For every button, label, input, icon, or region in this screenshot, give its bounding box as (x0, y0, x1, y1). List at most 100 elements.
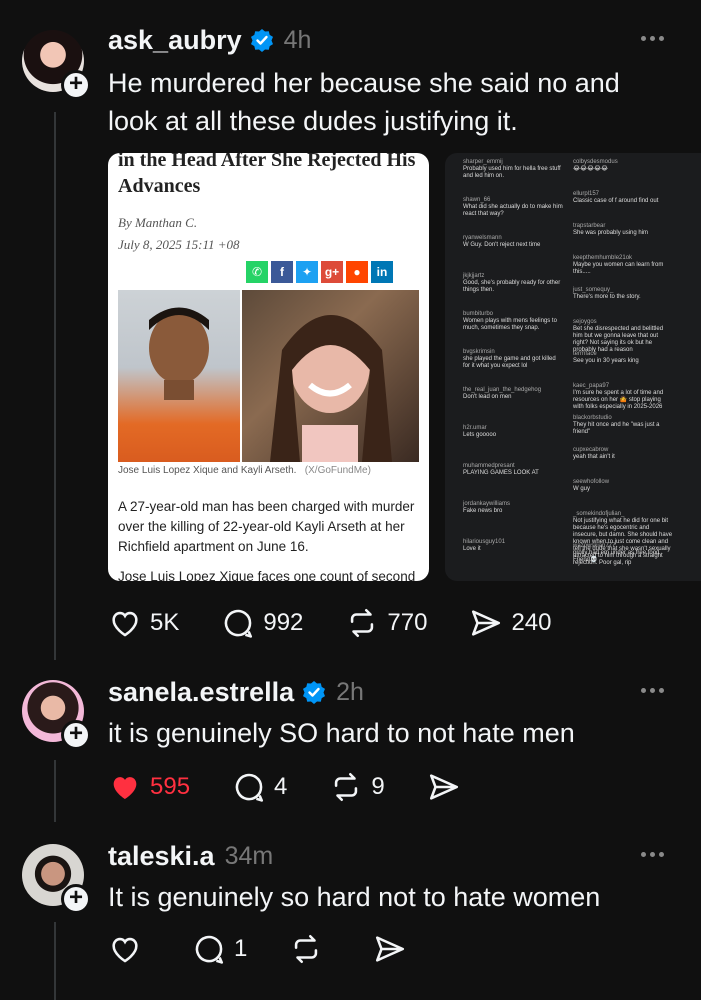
verified-badge-icon (250, 29, 273, 52)
article-image[interactable]: in the Head After She Rejected His Advan… (108, 153, 429, 581)
comment-snippet: shawn_66 What did she actually do to make… (463, 197, 563, 218)
repost-count: 9 (371, 773, 385, 800)
comment-snippet: sharper_emmij Probably used him for hella… (463, 159, 563, 180)
comment-user: just_somequy_ (573, 287, 614, 293)
comment-icon (225, 609, 253, 638)
more-options-icon[interactable] (641, 28, 671, 41)
comment-text: Fake news bro (463, 508, 503, 514)
username[interactable]: taleski.a (108, 841, 215, 872)
comment-button[interactable]: 992 (221, 606, 303, 640)
comment-user: muhammedpresant (463, 463, 515, 469)
comment-text: Lets gooooo (463, 432, 497, 438)
caption-credit: (X/GoFundMe) (304, 465, 371, 476)
comment-user: the_real_juan_the_hedgehog (463, 387, 542, 393)
comment-snippet: bumbiturbo Women plays with mens feelings… (463, 311, 563, 332)
repost-button[interactable]: 9 (329, 770, 385, 804)
avatar-wrap[interactable]: + (22, 680, 91, 750)
heart-icon (112, 937, 138, 963)
comments-screenshot-image[interactable]: sharper_emmij Probably used him for hella… (445, 153, 701, 581)
comment-user: shawn_66 (463, 197, 491, 203)
comment-user: terrnface (573, 351, 597, 357)
post-header: ask_aubry 4h (108, 20, 311, 60)
reddit-icon: ● (346, 261, 368, 283)
username[interactable]: sanela.estrella (108, 677, 294, 708)
comment-snippet: wazowskian777 prolly had em under as free… (573, 543, 673, 564)
comment-icon (195, 935, 224, 964)
more-options-icon[interactable] (641, 680, 671, 693)
like-button[interactable]: 595 (108, 770, 190, 804)
comment-snippet: cupxecabrow yeah that ain't it (573, 447, 673, 461)
photo-caption: Jose Luis Lopez Xique and Kayli Arseth. … (118, 465, 371, 476)
follow-plus-icon[interactable]: + (61, 884, 91, 914)
avatar-wrap[interactable]: + (22, 30, 91, 100)
comment-snippet: trapstarbear She was probably using him (573, 223, 673, 237)
comment-user: colbysdesmodus (573, 159, 618, 165)
share-button[interactable]: 240 (469, 606, 552, 640)
comment-user: keepthemhumble21ok (573, 255, 633, 261)
like-count: 5K (150, 609, 180, 636)
comment-text: I'm sure he spent a lot of time and reso… (573, 390, 664, 410)
heart-filled-icon (113, 777, 137, 800)
repost-icon (335, 772, 358, 802)
comment-text: Good, she's probably ready for other thi… (463, 280, 561, 293)
comment-text: Women plays with mens feelings to much, … (463, 318, 557, 331)
comment-text: They hit once and he "was just a friend" (573, 422, 660, 435)
comment-snippet: sejoygos Bet she disrespected and belittl… (573, 319, 673, 354)
comment-text: yeah that ain't it (573, 454, 615, 460)
post-text: It is genuinely so hard not to hate wome… (108, 882, 601, 912)
avatar-wrap[interactable]: + (22, 844, 91, 914)
victim-photo (242, 290, 419, 462)
comment-user: ellurpl157 (573, 191, 600, 197)
comment-snippet: keepthemhumble21ok Maybe you women can le… (573, 255, 673, 276)
post-header: sanela.estrella 2h (108, 672, 364, 712)
comment-user: kaec_papa97 (573, 383, 610, 389)
comment-text: See you in 30 years king (573, 358, 639, 364)
comment-text: She was probably using him (573, 230, 649, 236)
repost-button[interactable] (289, 932, 331, 966)
share-button[interactable] (427, 770, 469, 804)
like-count: 595 (150, 773, 191, 800)
comment-user: cupxecabrow (573, 447, 609, 453)
username[interactable]: ask_aubry (108, 25, 242, 56)
share-buttons: ✆ f ✦ g+ ● in (243, 261, 393, 283)
comment-button[interactable]: 1 (192, 932, 247, 966)
share-button[interactable] (373, 932, 415, 966)
post-actions: 595 4 9 (108, 770, 511, 804)
comment-text: W Guy. Don't reject next time (463, 242, 541, 248)
like-button[interactable] (108, 932, 150, 966)
comment-count: 992 (263, 609, 304, 636)
comment-count: 1 (234, 935, 248, 962)
repost-button[interactable]: 770 (345, 606, 427, 640)
comment-text: W guy (573, 486, 591, 492)
send-icon (376, 936, 405, 962)
post-actions: 1 (108, 932, 457, 966)
post-text: it is genuinely SO hard to not hate men (108, 718, 575, 748)
comment-text: prolly had em under as free food Friend💀 (573, 550, 660, 563)
comment-user: h2r.umar (463, 425, 487, 431)
linkedin-icon: in (371, 261, 393, 283)
comment-snippet: ryanwelsmann W Guy. Don't reject next tim… (463, 235, 563, 249)
more-options-icon[interactable] (641, 844, 671, 857)
repost-icon (351, 608, 374, 638)
like-button[interactable]: 5K (108, 606, 179, 640)
comment-user: sejoygos (573, 319, 597, 325)
repost-count: 770 (387, 609, 428, 636)
post-actions: 5K 992 770 240 (108, 606, 594, 640)
comment-text: Don't lead on men (463, 394, 512, 400)
comment-snippet: the_real_juan_the_hedgehog Don't lead on … (463, 387, 563, 401)
article-body: A 27-year-old man has been charged with … (118, 497, 423, 581)
comment-snippet: colbysdesmodus 😂😂😂😂😂 (573, 159, 673, 173)
follow-plus-icon[interactable]: + (61, 720, 91, 750)
comment-icon (235, 773, 264, 802)
send-icon (472, 610, 501, 636)
follow-plus-icon[interactable]: + (61, 70, 91, 100)
comment-snippet: bvgskrimsin she played the game and got k… (463, 349, 563, 370)
post-time: 34m (224, 841, 274, 870)
post-header: taleski.a 34m (108, 836, 273, 876)
comment-snippet: seewhofollow W guy (573, 479, 673, 493)
verified-badge-icon (303, 681, 326, 704)
comment-button[interactable]: 4 (232, 770, 287, 804)
comment-text: Love it (463, 546, 481, 552)
comment-text: Classic case of f around find out (573, 198, 659, 204)
comment-user: hilariousguy101 (463, 539, 506, 545)
